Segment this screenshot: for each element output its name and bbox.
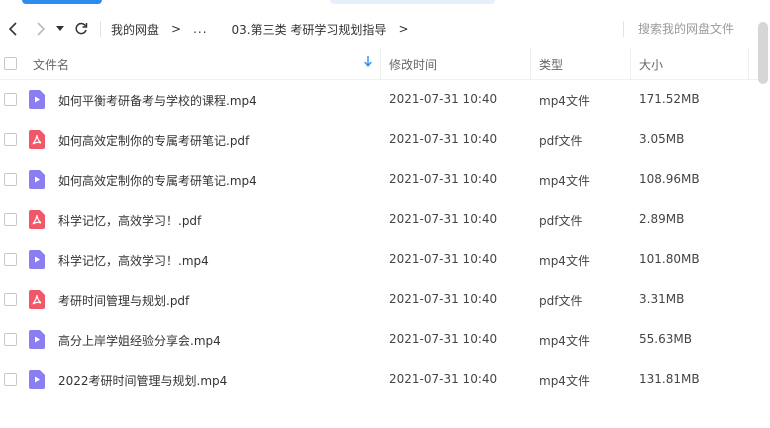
file-size: 171.52MB [639,92,700,106]
file-mtime: 2021-07-31 10:40 [389,212,498,226]
breadcrumb-current[interactable]: 03.第三类 考研学习规划指导 [232,21,387,38]
file-list: 如何平衡考研备考与学校的课程.mp4 2021-07-31 10:40 mp4文… [0,80,760,400]
file-size: 108.96MB [639,172,700,186]
file-name[interactable]: 如何高效定制你的专属考研笔记.pdf [58,132,249,149]
row-checkbox[interactable] [4,93,17,106]
file-mtime: 2021-07-31 10:40 [389,332,498,346]
caret-down-icon[interactable] [54,18,66,40]
pdf-file-icon [29,290,45,309]
file-mtime: 2021-07-31 10:40 [389,132,498,146]
row-checkbox[interactable] [4,373,17,386]
video-file-icon [29,250,45,269]
row-checkbox[interactable] [4,133,17,146]
active-tab-indicator [22,0,102,4]
breadcrumb-trailing-separator[interactable]: > [398,22,408,36]
row-checkbox[interactable] [4,173,17,186]
arrow-left-icon[interactable] [2,18,24,40]
sort-down-arrow-icon[interactable] [364,56,372,70]
row-checkbox[interactable] [4,293,17,306]
file-mtime: 2021-07-31 10:40 [389,172,498,186]
file-name[interactable]: 科学记忆，高效学习！.mp4 [58,252,209,269]
refresh-icon[interactable] [70,18,92,40]
file-mtime: 2021-07-31 10:40 [389,292,498,306]
search-box [623,16,758,42]
file-size: 2.89MB [639,212,685,226]
breadcrumb-root[interactable]: 我的网盘 [111,21,159,38]
column-divider[interactable] [530,48,531,80]
file-type: mp4文件 [539,254,590,268]
breadcrumb-separator: > [171,22,182,36]
pdf-file-icon [29,210,45,229]
tab-indicator [330,0,495,4]
file-list-header: 文件名 修改时间 类型 大小 [0,48,760,80]
file-type: mp4文件 [539,334,590,348]
video-file-icon [29,370,45,389]
row-checkbox[interactable] [4,213,17,226]
search-input[interactable] [638,22,748,36]
select-all-checkbox[interactable] [4,57,17,70]
file-row[interactable]: 科学记忆，高效学习！.mp4 2021-07-31 10:40 mp4文件 10… [0,240,760,280]
file-row[interactable]: 考研时间管理与规划.pdf 2021-07-31 10:40 pdf文件 3.3… [0,280,760,320]
file-size: 131.81MB [639,372,700,386]
file-size: 55.63MB [639,332,692,346]
file-name[interactable]: 如何高效定制你的专属考研笔记.mp4 [58,172,257,189]
column-divider[interactable] [630,48,631,80]
file-mtime: 2021-07-31 10:40 [389,252,498,266]
column-divider[interactable] [748,48,749,80]
column-divider[interactable] [380,48,381,80]
toolbar-divider [100,21,101,37]
pdf-file-icon [29,130,45,149]
column-header-type[interactable]: 类型 [539,56,563,73]
file-size: 3.05MB [639,132,685,146]
file-size: 101.80MB [639,252,700,266]
video-file-icon [29,90,45,109]
file-row[interactable]: 如何高效定制你的专属考研笔记.mp4 2021-07-31 10:40 mp4文… [0,160,760,200]
file-type: mp4文件 [539,174,590,188]
column-header-size[interactable]: 大小 [639,56,663,73]
file-name[interactable]: 高分上岸学姐经验分享会.mp4 [58,332,221,349]
file-row[interactable]: 如何平衡考研备考与学校的课程.mp4 2021-07-31 10:40 mp4文… [0,80,760,120]
file-row[interactable]: 科学记忆，高效学习！.pdf 2021-07-31 10:40 pdf文件 2.… [0,200,760,240]
video-file-icon [29,330,45,349]
file-type: mp4文件 [539,374,590,388]
video-file-icon [29,170,45,189]
file-row[interactable]: 2022考研时间管理与规划.mp4 2021-07-31 10:40 mp4文件… [0,360,760,400]
column-header-mtime[interactable]: 修改时间 [389,56,437,73]
toolbar: 我的网盘 > ... 03.第三类 考研学习规划指导 > [0,12,770,46]
search-divider [623,21,624,37]
breadcrumb: 我的网盘 > ... 03.第三类 考研学习规划指导 > [111,21,421,38]
arrow-right-icon[interactable] [30,18,52,40]
vertical-scrollbar[interactable] [758,22,768,84]
file-row[interactable]: 如何高效定制你的专属考研笔记.pdf 2021-07-31 10:40 pdf文… [0,120,760,160]
file-mtime: 2021-07-31 10:40 [389,92,498,106]
file-type: pdf文件 [539,214,583,228]
file-size: 3.31MB [639,292,685,306]
file-name[interactable]: 2022考研时间管理与规划.mp4 [58,372,227,389]
file-type: mp4文件 [539,94,590,108]
column-header-name[interactable]: 文件名 [33,56,69,73]
file-name[interactable]: 科学记忆，高效学习！.pdf [58,212,201,229]
file-name[interactable]: 考研时间管理与规划.pdf [58,292,189,309]
file-type: pdf文件 [539,294,583,308]
file-type: pdf文件 [539,134,583,148]
breadcrumb-ellipsis[interactable]: ... [193,22,207,36]
row-checkbox[interactable] [4,333,17,346]
file-mtime: 2021-07-31 10:40 [389,372,498,386]
file-name[interactable]: 如何平衡考研备考与学校的课程.mp4 [58,92,257,109]
row-checkbox[interactable] [4,253,17,266]
file-row[interactable]: 高分上岸学姐经验分享会.mp4 2021-07-31 10:40 mp4文件 5… [0,320,760,360]
